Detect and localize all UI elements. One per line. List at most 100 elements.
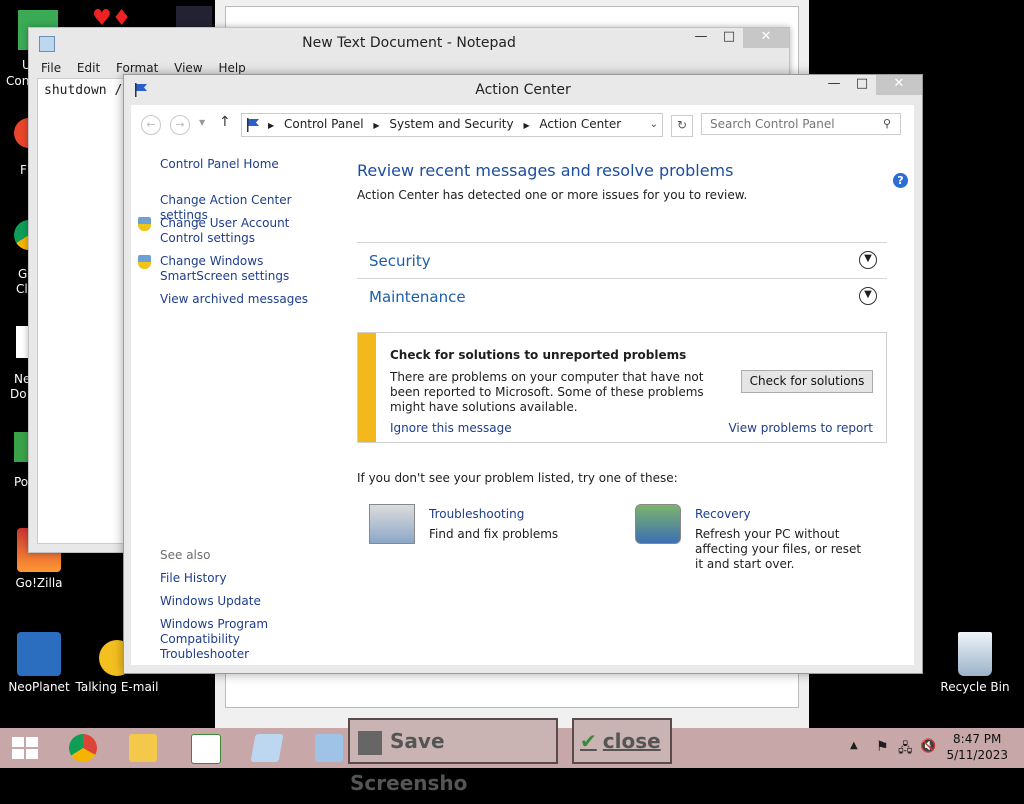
shield-icon <box>138 255 151 269</box>
message-description: There are problems on your computer that… <box>390 370 704 414</box>
menu-edit[interactable]: Edit <box>77 61 100 75</box>
ignore-message-link[interactable]: Ignore this message <box>390 421 512 435</box>
taskbar-chrome[interactable] <box>54 728 112 768</box>
menu-file[interactable]: File <box>41 61 61 75</box>
recycle-bin-icon <box>958 632 992 676</box>
refresh-button[interactable]: ↻ <box>671 115 693 137</box>
chevron-down-icon[interactable]: ▼ <box>859 287 877 305</box>
chart-app-icon <box>191 734 221 764</box>
desktop-icon-label: Con <box>6 74 30 88</box>
shield-icon <box>138 217 151 231</box>
desktop-icon-label: Recycle Bin <box>940 680 1010 694</box>
desktop-icon-label: Go!Zilla <box>15 576 63 590</box>
action-center-flag-icon[interactable]: ⚑ <box>876 739 889 755</box>
volume-muted-icon[interactable]: 🔇 <box>920 739 936 754</box>
taskbar-app[interactable] <box>176 728 234 768</box>
breadcrumb-system-security[interactable]: System and Security <box>389 117 513 131</box>
change-smartscreen-settings-link[interactable]: Change Windows SmartScreen settings <box>160 254 289 283</box>
taskbar-file-explorer[interactable] <box>114 728 172 768</box>
menu-help[interactable]: Help <box>218 61 245 75</box>
recovery-icon <box>635 504 681 544</box>
action-center-window-controls: — □ ✕ <box>820 75 922 95</box>
close-button[interactable]: ✕ <box>743 28 789 48</box>
maximize-button[interactable]: □ <box>848 75 876 95</box>
action-center-window[interactable]: Action Center — □ ✕ ← → ▼ ↑ ▶ Control Pa… <box>123 74 923 674</box>
forward-button[interactable]: → <box>170 115 190 135</box>
desktop-icon-recycle-bin[interactable]: Recycle Bin <box>930 632 1020 694</box>
check-for-solutions-button[interactable]: Check for solutions <box>741 370 873 393</box>
desktop-icon-label: Talking E-mail <box>75 680 159 694</box>
notepad-window-controls: — □ ✕ <box>687 28 789 48</box>
up-button[interactable]: ↑ <box>219 114 231 130</box>
message-title: Check for solutions to unreported proble… <box>390 348 687 362</box>
desktop-icon-label: Cl <box>16 282 28 296</box>
recovery-desc: Refresh your PC without affecting your f… <box>695 527 862 571</box>
minimize-button[interactable]: — <box>687 28 715 48</box>
recovery-link[interactable]: Recovery <box>695 507 751 521</box>
maximize-button[interactable]: □ <box>715 28 743 48</box>
close-button[interactable]: ✕ <box>876 75 922 95</box>
taskbar-notepad[interactable] <box>238 728 296 768</box>
address-bar[interactable]: ▶ Control Panel ▶ System and Security ▶ … <box>241 113 663 137</box>
desktop-icon-label: Do <box>10 387 27 401</box>
section-maintenance[interactable]: Maintenance ▼ <box>357 278 887 314</box>
partial-desktop-icons: U Con F G Cl Ne Do Po <box>0 0 58 520</box>
search-icon: ⚲ <box>883 117 892 130</box>
close-overlay-button[interactable]: ✔ close <box>572 718 672 764</box>
close-overlay-label: close <box>602 729 661 753</box>
search-input[interactable]: Search Control Panel <box>701 113 901 135</box>
see-also-label: See also <box>160 548 211 562</box>
control-panel-flag-icon <box>247 118 259 132</box>
troubleshooting-link[interactable]: Troubleshooting <box>429 507 524 521</box>
control-panel-home-link[interactable]: Control Panel Home <box>160 157 279 172</box>
back-button[interactable]: ← <box>141 115 161 135</box>
help-icon[interactable]: ? <box>893 173 908 188</box>
control-panel-icon <box>315 734 343 762</box>
breadcrumb: ▶ Control Panel ▶ System and Security ▶ … <box>268 114 627 136</box>
chevron-down-icon[interactable]: ▼ <box>859 251 877 269</box>
warning-stripe <box>358 333 376 442</box>
section-security[interactable]: Security ▼ <box>357 242 887 278</box>
page-subheading: Action Center has detected one or more i… <box>357 188 748 202</box>
desktop-icon-label: G <box>18 267 28 281</box>
menu-view[interactable]: View <box>174 61 202 75</box>
menu-format[interactable]: Format <box>116 61 158 75</box>
save-screenshot-button[interactable]: Save Screensho <box>348 718 558 795</box>
clock-time: 8:47 PM <box>953 732 1002 746</box>
folder-icon <box>129 734 157 762</box>
start-button[interactable] <box>0 728 58 768</box>
problem-message: Check for solutions to unreported proble… <box>357 332 887 443</box>
action-center-body: ← → ▼ ↑ ▶ Control Panel ▶ System and Sec… <box>131 105 914 665</box>
windows-update-link[interactable]: Windows Update <box>160 594 261 609</box>
windows-logo-icon <box>12 737 38 759</box>
try-text: If you don't see your problem listed, tr… <box>357 471 678 485</box>
change-uac-settings-link[interactable]: Change User Account Control settings <box>160 216 289 245</box>
recent-pages-icon[interactable]: ▼ <box>199 118 205 127</box>
uac-settings-item: Change User Account Control settings <box>138 216 330 246</box>
clock[interactable]: 8:47 PM 5/11/2023 <box>946 731 1008 763</box>
action-center-title: Action Center <box>475 82 571 98</box>
taskbar: Save Screensho ✔ close ▲ ⚑ 🖧 🔇 8:47 PM 5/… <box>0 718 1024 795</box>
view-archived-messages-link[interactable]: View archived messages <box>160 292 308 307</box>
breadcrumb-action-center[interactable]: Action Center <box>539 117 621 131</box>
floppy-icon <box>358 730 382 755</box>
desktop-icon-label: F <box>20 163 27 177</box>
chrome-icon <box>69 734 97 762</box>
minimize-button[interactable]: — <box>820 75 848 95</box>
section-maintenance-label: Maintenance <box>369 288 466 306</box>
clock-date: 5/11/2023 <box>946 748 1008 762</box>
desktop-icon-label: Po <box>14 475 29 489</box>
troubleshooting-desc: Find and fix problems <box>429 527 559 541</box>
notepad-icon <box>250 734 284 762</box>
navigation-bar: ← → ▼ ↑ ▶ Control Panel ▶ System and Sec… <box>131 105 914 143</box>
compatibility-troubleshooter-link[interactable]: Windows Program Compatibility Troublesho… <box>160 617 325 662</box>
view-problems-link[interactable]: View problems to report <box>728 421 873 435</box>
network-icon[interactable]: 🖧 <box>898 739 913 761</box>
chevron-down-icon[interactable]: ⌄ <box>650 114 658 135</box>
page-heading: Review recent messages and resolve probl… <box>357 161 734 180</box>
section-security-label: Security <box>369 252 431 270</box>
chevron-right-icon: ▶ <box>373 121 380 130</box>
show-hidden-icons-button[interactable]: ▲ <box>850 740 858 751</box>
breadcrumb-control-panel[interactable]: Control Panel <box>284 117 364 131</box>
file-history-link[interactable]: File History <box>160 571 227 586</box>
